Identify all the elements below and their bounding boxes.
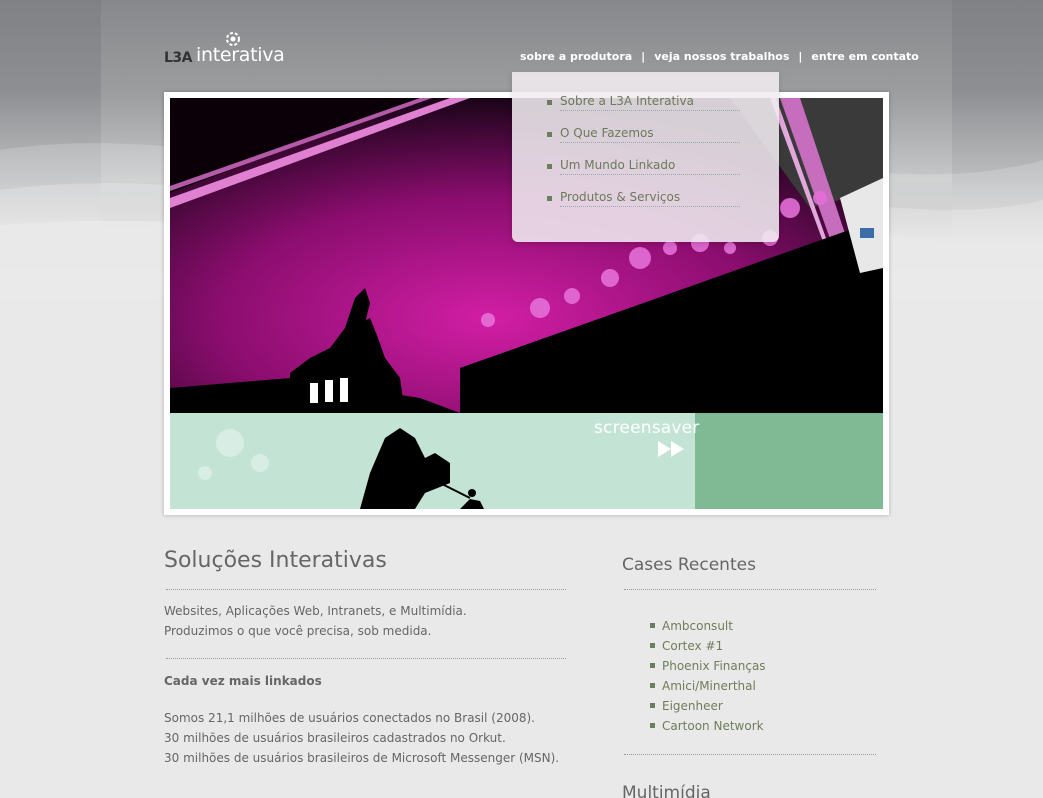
brand-logo[interactable]: L3A interativa (164, 30, 304, 70)
divider (166, 658, 566, 659)
stats-text: Somos 21,1 milhões de usuários conectado… (164, 708, 566, 768)
intro-text: Websites, Aplicações Web, Intranets, e M… (164, 601, 566, 641)
list-item[interactable]: Cortex #1 (650, 636, 876, 656)
cases-title: Cases Recentes (622, 555, 756, 575)
list-item[interactable]: Phoenix Finanças (650, 656, 876, 676)
dropdown-item[interactable]: O Que Fazemos (547, 126, 741, 158)
nav-sobre-a-produtora[interactable]: sobre a produtora (520, 50, 632, 63)
case-link[interactable]: Phoenix Finanças (662, 656, 766, 676)
logo-word: interativa (196, 44, 285, 66)
bullet-icon (547, 196, 552, 201)
stats-line: 30 milhões de usuários brasileiros cadas… (164, 731, 506, 745)
case-link[interactable]: Cartoon Network (662, 716, 764, 736)
screensaver-illustration (170, 413, 883, 509)
top-nav: sobre a produtora | veja nossos trabalho… (520, 50, 919, 63)
page-title: Soluções Interativas (164, 548, 387, 573)
list-item[interactable]: Ambconsult (650, 616, 876, 636)
list-item[interactable]: Amici/Minerthal (650, 676, 876, 696)
fast-forward-icon[interactable] (658, 441, 686, 457)
cases-list: Ambconsult Cortex #1 Phoenix Finanças Am… (650, 616, 876, 736)
divider (624, 589, 876, 590)
nav-separator: | (641, 50, 646, 63)
screensaver-label: screensaver (594, 418, 700, 438)
bullet-icon (650, 623, 655, 628)
nav-separator: | (798, 50, 803, 63)
produtora-dropdown-menu: Sobre a L3A Interativa O Que Fazemos Um … (512, 72, 779, 242)
multimidia-title: Multimídia (622, 783, 711, 798)
screensaver-banner[interactable]: screensaver (170, 413, 883, 509)
intro-line: Produzimos o que você precisa, sob medid… (164, 624, 432, 638)
case-link[interactable]: Cortex #1 (662, 636, 723, 656)
intro-line: Websites, Aplicações Web, Intranets, e M… (164, 604, 467, 618)
case-link[interactable]: Eigenheer (662, 696, 723, 716)
bullet-icon (547, 164, 552, 169)
logo-prefix: L3A (164, 50, 193, 66)
stats-line: Somos 21,1 milhões de usuários conectado… (164, 711, 535, 725)
divider (166, 589, 566, 590)
dropdown-link-mundo-linkado[interactable]: Um Mundo Linkado (560, 158, 740, 175)
nav-veja-nossos-trabalhos[interactable]: veja nossos trabalhos (654, 50, 789, 63)
dropdown-link-o-que-fazemos[interactable]: O Que Fazemos (560, 126, 740, 143)
list-item[interactable]: Eigenheer (650, 696, 876, 716)
dropdown-link-sobre[interactable]: Sobre a L3A Interativa (560, 94, 740, 111)
dropdown-item[interactable]: Um Mundo Linkado (547, 158, 741, 190)
bullet-icon (650, 643, 655, 648)
dropdown-item[interactable]: Produtos & Serviços (547, 190, 741, 222)
main-content: Soluções Interativas Websites, Aplicaçõe… (164, 548, 566, 768)
bullet-icon (650, 683, 655, 688)
bullet-icon (547, 100, 552, 105)
bullet-icon (650, 663, 655, 668)
bullet-icon (650, 723, 655, 728)
case-link[interactable]: Ambconsult (662, 616, 733, 636)
divider (624, 754, 876, 755)
sidebar: Cases Recentes Ambconsult Cortex #1 Phoe… (622, 555, 876, 798)
bullet-icon (547, 132, 552, 137)
bullet-icon (650, 703, 655, 708)
case-link[interactable]: Amici/Minerthal (662, 676, 756, 696)
dropdown-item[interactable]: Sobre a L3A Interativa (547, 94, 741, 126)
section-heading: Cada vez mais linkados (164, 674, 322, 688)
nav-entre-em-contato[interactable]: entre em contato (811, 50, 918, 63)
dropdown-link-produtos-servicos[interactable]: Produtos & Serviços (560, 190, 740, 207)
stats-line: 30 milhões de usuários brasileiros de Mi… (164, 751, 560, 765)
list-item[interactable]: Cartoon Network (650, 716, 876, 736)
